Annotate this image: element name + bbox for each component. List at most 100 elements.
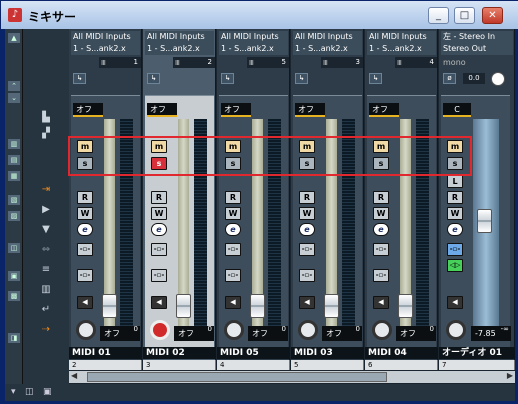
inserts-icon[interactable]: -▫-: [373, 243, 389, 256]
speaker-icon[interactable]: ◀: [77, 296, 93, 309]
horizontal-scrollbar[interactable]: ◀ ▶: [69, 371, 515, 383]
write-button[interactable]: W: [151, 207, 167, 220]
edit-button[interactable]: e: [299, 223, 315, 236]
inserts-icon[interactable]: -▫-: [77, 243, 93, 256]
scroll-thumb[interactable]: [87, 372, 387, 382]
store-icon[interactable]: ◨: [8, 333, 20, 343]
sends-icon[interactable]: -▫-: [77, 269, 93, 282]
read-button[interactable]: R: [447, 191, 463, 204]
output-routing[interactable]: 1 - S...ank2.x: [367, 43, 436, 55]
settings-down-icon[interactable]: ▾: [11, 387, 16, 397]
panel-icon[interactable]: ▣: [43, 387, 52, 397]
read-button[interactable]: R: [299, 191, 315, 204]
play-icon[interactable]: ▶: [37, 203, 55, 217]
program-selector[interactable]: Ⅲ5: [247, 57, 289, 68]
collapse-up-icon[interactable]: ▲: [8, 33, 20, 43]
fader-knob[interactable]: [398, 294, 413, 318]
window-layout-icon[interactable]: ◫: [25, 387, 34, 397]
chevron-up-icon[interactable]: ⌃: [8, 81, 20, 91]
view-sends-icon[interactable]: ◫: [8, 243, 20, 253]
view-rw-icon[interactable]: ▧: [8, 195, 20, 205]
close-button[interactable]: ✕: [482, 7, 503, 24]
inserts-icon[interactable]: -▫-: [447, 243, 463, 256]
read-button[interactable]: R: [225, 191, 241, 204]
sends-icon[interactable]: -▫-: [373, 269, 389, 282]
read-button[interactable]: R: [151, 191, 167, 204]
list-filter-icon[interactable]: ≡: [37, 263, 55, 277]
edit-button[interactable]: e: [447, 223, 463, 236]
view-meter-icon[interactable]: ▩: [8, 291, 20, 301]
view-list-icon[interactable]: ▦: [8, 171, 20, 181]
sends-icon[interactable]: -▫-: [151, 269, 167, 282]
sends-icon[interactable]: -▫-: [225, 269, 241, 282]
channel-name[interactable]: オーディオ 01: [439, 347, 515, 359]
program-selector[interactable]: Ⅲ2: [173, 57, 215, 68]
edit-button[interactable]: e: [77, 223, 93, 236]
read-button[interactable]: R: [77, 191, 93, 204]
meter-filter-icon[interactable]: ▥: [37, 283, 55, 297]
read-button[interactable]: R: [373, 191, 389, 204]
fader-knob[interactable]: [102, 294, 117, 318]
program-selector[interactable]: Ⅲ3: [321, 57, 363, 68]
sends-icon[interactable]: -▫-: [299, 269, 315, 282]
monitor-button[interactable]: [298, 320, 318, 340]
channel-name[interactable]: MIDI 03: [291, 347, 364, 359]
monitor-button[interactable]: [372, 320, 392, 340]
edit-button[interactable]: e: [151, 223, 167, 236]
return-icon[interactable]: ↵: [37, 303, 55, 317]
channel-name[interactable]: MIDI 02: [143, 347, 216, 359]
output-button[interactable]: ↳: [295, 73, 308, 84]
fader-knob[interactable]: [176, 294, 191, 318]
write-button[interactable]: W: [447, 207, 463, 220]
inserts-icon[interactable]: -▫-: [299, 243, 315, 256]
view-eq-icon[interactable]: ▨: [8, 211, 20, 221]
monitor-button[interactable]: [446, 320, 466, 340]
output-routing[interactable]: 1 - S...ank2.x: [293, 43, 362, 55]
record-filter-icon[interactable]: ▼: [37, 223, 55, 237]
title-bar[interactable]: ♪ ミキサー _ □ ✕: [1, 1, 518, 29]
maximize-button[interactable]: □: [454, 7, 475, 24]
output-button[interactable]: ↳: [221, 73, 234, 84]
view-solo-icon[interactable]: ▤: [8, 155, 20, 165]
pan-value[interactable]: 0.0: [463, 73, 485, 84]
speaker-icon[interactable]: ◀: [299, 296, 315, 309]
inserts-icon[interactable]: -▫-: [225, 243, 241, 256]
speaker-icon[interactable]: ◀: [151, 296, 167, 309]
scroll-left-icon[interactable]: ◀: [71, 371, 77, 380]
audio-input-routing[interactable]: 左 - Stereo In: [441, 31, 513, 43]
output-routing[interactable]: 1 - S...ank2.x: [71, 43, 140, 55]
arrows-icon[interactable]: ⇔: [37, 243, 55, 257]
listen-button[interactable]: L: [447, 175, 463, 188]
output-routing[interactable]: 1 - S...ank2.x: [219, 43, 288, 55]
channel-name[interactable]: MIDI 01: [69, 347, 142, 359]
fader-knob[interactable]: [250, 294, 265, 318]
speaker-icon[interactable]: ◀: [225, 296, 241, 309]
view-mute-icon[interactable]: ▥: [8, 139, 20, 149]
speaker-icon[interactable]: ◀: [373, 296, 389, 309]
chevron-down-icon[interactable]: ⌄: [8, 93, 20, 103]
input-routing[interactable]: All MIDI Inputs: [71, 31, 140, 43]
monitor-button[interactable]: [150, 320, 170, 340]
edit-button[interactable]: e: [225, 223, 241, 236]
output-routing[interactable]: 1 - S...ank2.x: [145, 43, 214, 55]
speaker-icon[interactable]: ◀: [447, 296, 463, 309]
input-routing[interactable]: All MIDI Inputs: [219, 31, 288, 43]
scroll-right-icon[interactable]: ▶: [507, 371, 513, 380]
write-button[interactable]: W: [373, 207, 389, 220]
output-button[interactable]: ↳: [73, 73, 86, 84]
program-selector[interactable]: Ⅲ1: [99, 57, 141, 68]
extend-mixer-icon[interactable]: ▞: [37, 127, 55, 141]
input-routing[interactable]: All MIDI Inputs: [145, 31, 214, 43]
write-button[interactable]: W: [299, 207, 315, 220]
audio-output-routing[interactable]: Stereo Out: [441, 43, 513, 55]
minimize-button[interactable]: _: [428, 7, 449, 24]
eq-icon[interactable]: ◁▷: [447, 259, 463, 272]
monitor-button[interactable]: [224, 320, 244, 340]
pan-knob[interactable]: [491, 72, 505, 86]
fader-knob[interactable]: [324, 294, 339, 318]
edit-button[interactable]: e: [373, 223, 389, 236]
input-routing[interactable]: All MIDI Inputs: [293, 31, 362, 43]
write-button[interactable]: W: [225, 207, 241, 220]
inserts-icon[interactable]: -▫-: [151, 243, 167, 256]
monitor-button[interactable]: [76, 320, 96, 340]
